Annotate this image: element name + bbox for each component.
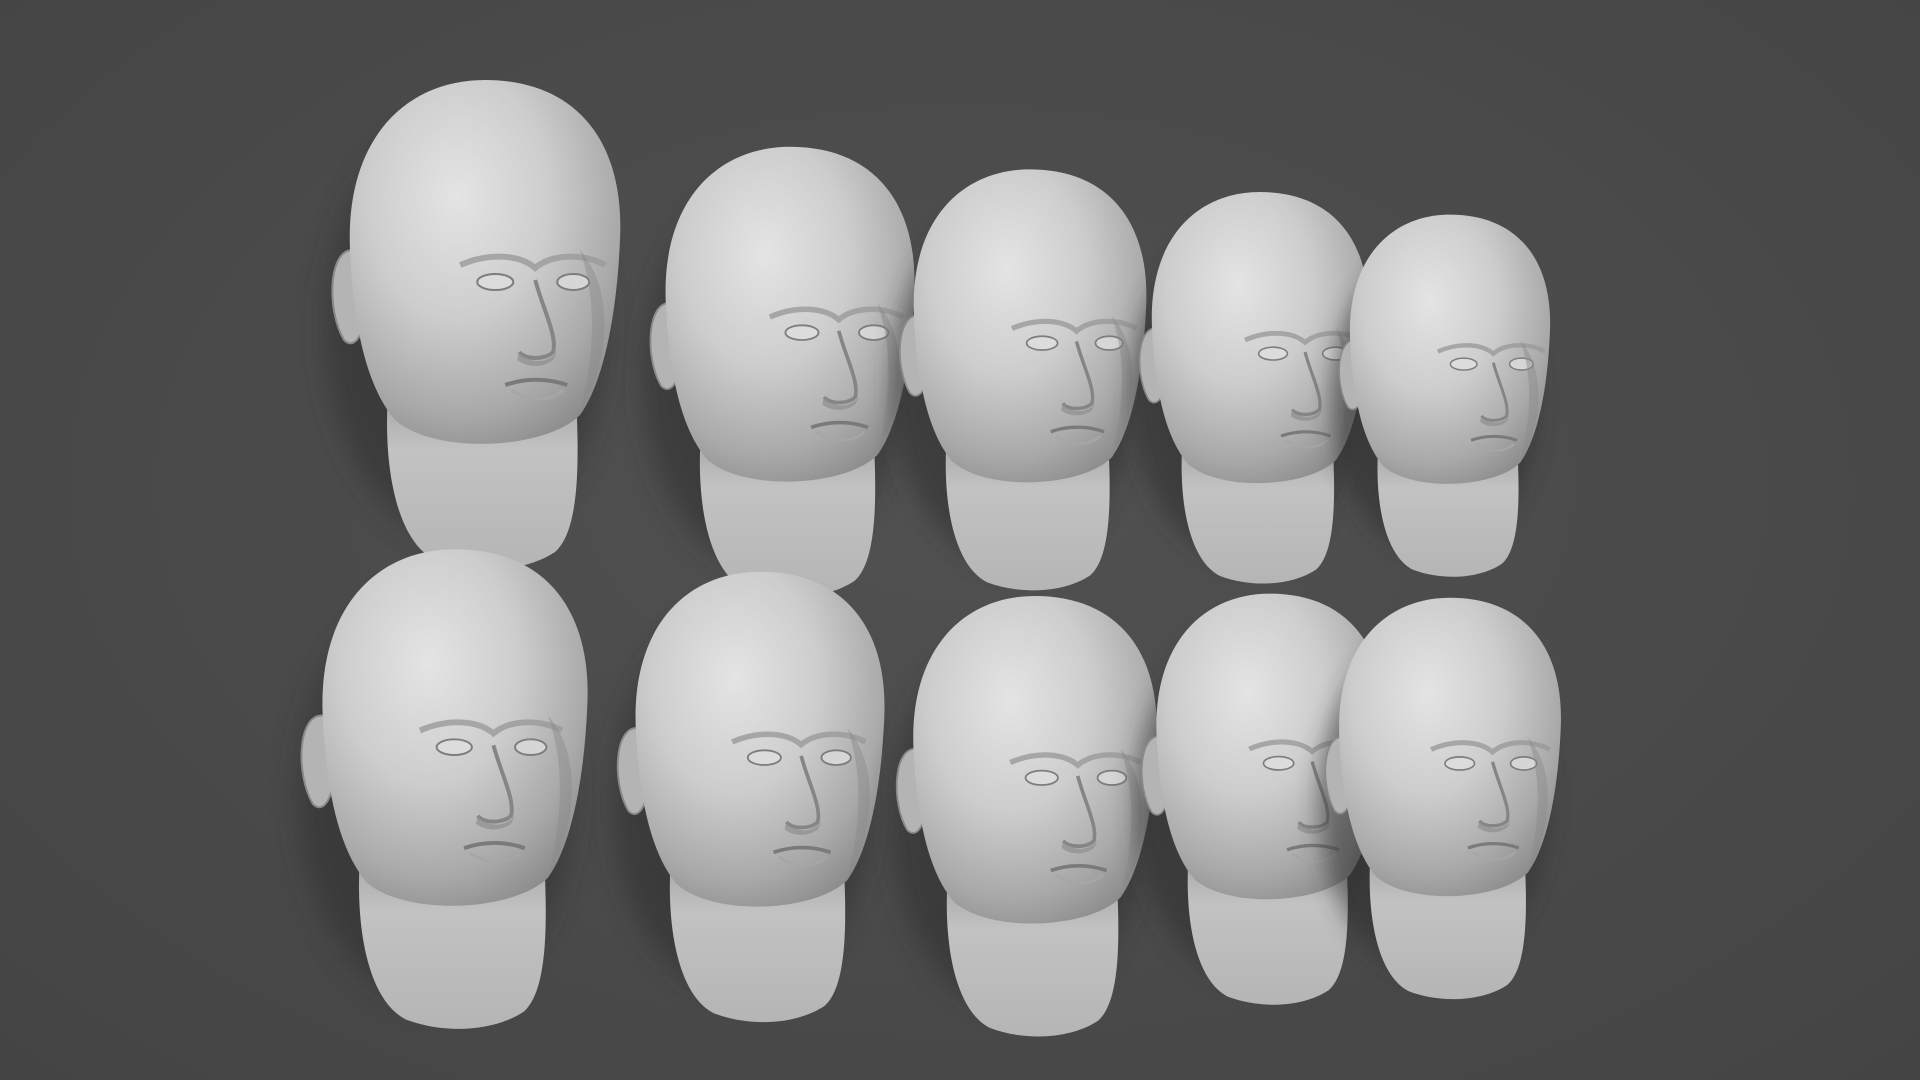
- cranium: [665, 146, 915, 482]
- cranium: [349, 80, 621, 444]
- head-sculpts-canvas: [298, 80, 1561, 1037]
- head-sculpt-2: [642, 146, 915, 598]
- head-sculpt-7: [612, 571, 885, 1023]
- cranium: [635, 571, 885, 907]
- head-sculpt-6: [298, 549, 588, 1029]
- left-eye: [435, 738, 473, 756]
- right-eye: [556, 273, 591, 291]
- head-sculpt-10: [1318, 597, 1561, 1000]
- left-eye: [746, 749, 782, 766]
- head-sculpt-1: [325, 80, 621, 570]
- left-eye: [1262, 755, 1295, 771]
- right-eye: [1096, 769, 1128, 786]
- head-sculpt-8: [891, 596, 1157, 1037]
- head-sculpt-3: [892, 169, 1147, 591]
- left-eye: [1025, 335, 1059, 351]
- right-eye: [514, 738, 548, 756]
- left-eye: [1444, 756, 1476, 771]
- left-eye: [1449, 357, 1478, 371]
- right-eye: [820, 749, 852, 766]
- head-sculpt-5: [1331, 214, 1551, 577]
- viewport-render: [0, 0, 1920, 1080]
- cranium: [913, 169, 1147, 483]
- top-row: [325, 80, 1551, 598]
- left-eye: [1024, 769, 1059, 786]
- right-eye: [1509, 756, 1538, 771]
- left-eye: [476, 273, 515, 291]
- left-eye: [1257, 346, 1289, 361]
- cranium: [913, 596, 1157, 924]
- left-eye: [784, 324, 820, 341]
- cranium: [1339, 597, 1561, 897]
- right-eye: [858, 324, 890, 341]
- bottom-row: [298, 549, 1561, 1037]
